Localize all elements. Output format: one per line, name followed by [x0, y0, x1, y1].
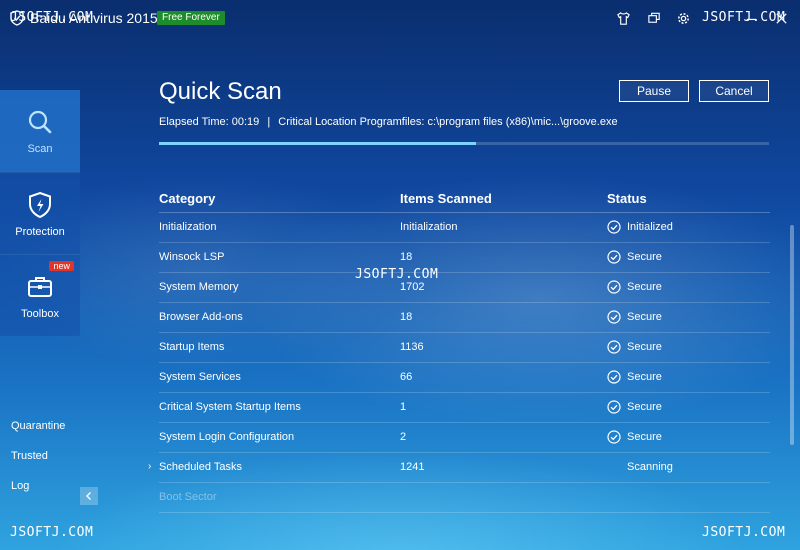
items-scanned-cell: 1241	[400, 461, 425, 473]
free-forever-badge: Free Forever	[157, 11, 225, 25]
status-cell: Secure	[627, 251, 662, 263]
sidebar-item-label: Scan	[27, 143, 53, 155]
scan-progress-bar	[159, 142, 769, 145]
title-bar: Baidu Antivirus 2015 Free Forever	[0, 0, 800, 36]
table-row: Initialization Initialization Initialized	[159, 213, 770, 243]
check-circle-icon	[607, 280, 621, 294]
status-cell: Scanning	[627, 461, 673, 473]
watermark-bottom-left: JSOFTJ.COM	[10, 525, 94, 540]
quarantine-link[interactable]: Quarantine	[11, 420, 65, 432]
items-scanned-cell: 18	[400, 311, 413, 323]
status-cell: Secure	[627, 401, 662, 413]
sidebar-item-scan[interactable]: Scan	[0, 90, 80, 172]
category-cell: Winsock LSP	[159, 251, 225, 263]
check-circle-icon	[607, 400, 621, 414]
table-row: Boot Sector	[159, 483, 770, 513]
watermark-bottom-right: JSOFTJ.COM	[702, 525, 786, 540]
category-cell: Scheduled Tasks	[159, 461, 242, 473]
table-row: Startup Items 1136 Secure	[159, 333, 770, 363]
table-row: System Memory 1702 Secure	[159, 273, 770, 303]
status-cell: Secure	[627, 311, 662, 323]
items-scanned-cell: 2	[400, 431, 407, 443]
status-cell: Secure	[627, 281, 662, 293]
table-row: Browser Add-ons 18 Secure	[159, 303, 770, 333]
shield-icon	[25, 190, 55, 220]
sidebar-item-label: Toolbox	[21, 307, 59, 320]
elapsed-value: 00:19	[231, 116, 260, 128]
table-row: System Login Configuration 2 Secure	[159, 423, 770, 453]
separator: |	[267, 116, 271, 128]
elapsed-label: Elapsed Time:	[159, 116, 229, 128]
table-scrollbar[interactable]	[790, 225, 794, 445]
items-scanned-cell: 18	[400, 251, 413, 263]
items-scanned-cell: 1	[400, 401, 407, 413]
check-circle-icon	[607, 310, 621, 324]
check-circle-icon	[607, 220, 621, 234]
category-cell: System Login Configuration	[159, 431, 295, 443]
location-label: Critical Location Programfiles:	[278, 116, 425, 128]
shirt-icon[interactable]	[614, 9, 632, 27]
trusted-link[interactable]: Trusted	[11, 450, 48, 462]
check-circle-icon	[607, 340, 621, 354]
table-header: Category Items Scanned Status	[159, 186, 770, 213]
toolbox-icon	[25, 272, 55, 302]
table-row: Winsock LSP 18 Secure	[159, 243, 770, 273]
pause-button[interactable]: Pause	[619, 80, 689, 102]
sidebar-item-label: Protection	[15, 225, 65, 238]
items-scanned-cell: Initialization	[400, 221, 458, 233]
items-scanned-cell: 1136	[400, 341, 424, 353]
scan-status-line: Elapsed Time: 00:19 | Critical Location …	[159, 116, 618, 128]
watermark-top-left: JSOFTJ.COM	[10, 10, 94, 25]
table-body: Initialization Initialization Initialized W…	[148, 213, 770, 513]
search-icon	[25, 107, 55, 137]
collapse-sidebar-button[interactable]	[80, 487, 98, 505]
category-cell: Startup Items	[159, 341, 225, 353]
sidebar-item-toolbox[interactable]: new Toolbox	[0, 254, 80, 336]
status-cell: Initialized	[627, 221, 673, 233]
scan-progress-fill	[159, 142, 477, 145]
check-circle-icon	[607, 250, 621, 264]
scan-results-table: Category Items Scanned Status Initializa…	[148, 186, 770, 513]
log-link[interactable]: Log	[11, 480, 29, 492]
sidebar-item-protection[interactable]: Protection	[0, 172, 80, 254]
table-row: System Services 66 Secure	[159, 363, 770, 393]
new-badge: new	[49, 261, 74, 271]
category-cell: Boot Sector	[159, 491, 217, 503]
table-row: › Scheduled Tasks 1241 Scanning	[148, 453, 770, 483]
sidebar: Scan Protection new Toolbox	[0, 90, 80, 336]
items-scanned-cell: 66	[400, 371, 413, 383]
chevron-right-icon: ›	[148, 461, 152, 472]
check-circle-icon	[607, 430, 621, 444]
cancel-button[interactable]: Cancel	[699, 80, 769, 102]
status-cell: Secure	[627, 431, 662, 443]
restore-icon[interactable]	[645, 9, 663, 27]
table-row: Critical System Startup Items 1 Secure	[159, 393, 770, 423]
column-header-category: Category	[159, 191, 216, 206]
status-cell: Secure	[627, 341, 662, 353]
location-value: c:\program files (x86)\mic...\groove.exe	[427, 116, 618, 128]
page-title: Quick Scan	[159, 78, 282, 105]
watermark-top-right: JSOFTJ.COM	[702, 10, 786, 25]
chevron-left-icon	[86, 492, 91, 500]
category-cell: Critical System Startup Items	[159, 401, 301, 413]
category-cell: System Memory	[159, 281, 239, 293]
category-cell: Initialization	[159, 221, 217, 233]
category-cell: System Services	[159, 371, 241, 383]
check-circle-icon	[607, 370, 621, 384]
status-cell: Secure	[627, 371, 662, 383]
column-header-items-scanned: Items Scanned	[400, 191, 492, 206]
gear-icon[interactable]	[674, 9, 692, 27]
items-scanned-cell: 1702	[400, 281, 425, 293]
category-cell: Browser Add-ons	[159, 311, 243, 323]
column-header-status: Status	[607, 191, 647, 206]
